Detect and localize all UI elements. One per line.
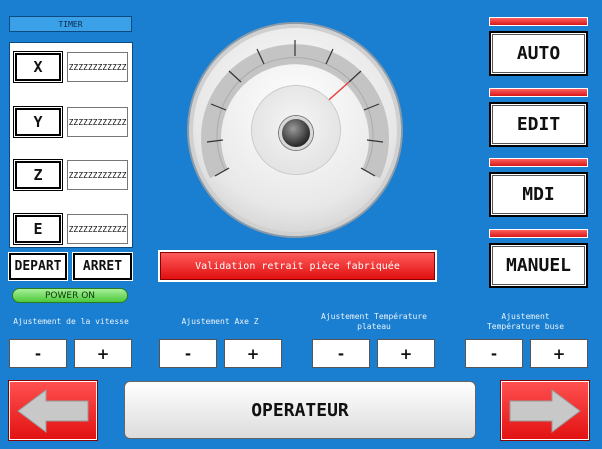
- auto-button[interactable]: AUTO: [489, 31, 588, 76]
- edit-status-flag: [489, 88, 588, 97]
- bed-temp-adjust-label: Ajustement Température plateau: [321, 312, 427, 331]
- axis-e-button[interactable]: E: [13, 213, 63, 245]
- timer-label: TIMER: [58, 19, 83, 29]
- nozzle-temp-adjust-label: Ajustement Température buse: [486, 312, 565, 331]
- axis-e-value: ZZZZZZZZZZZZ: [67, 214, 128, 244]
- depart-button[interactable]: DEPART: [8, 252, 68, 281]
- axis-z-button[interactable]: Z: [13, 159, 63, 191]
- bed-temp-plus-button[interactable]: +: [377, 339, 435, 368]
- mdi-status-flag: [489, 158, 588, 167]
- axis-panel: X ZZZZZZZZZZZZ Y ZZZZZZZZZZZZ Z ZZZZZZZZ…: [9, 42, 133, 248]
- operateur-button[interactable]: OPERATEUR: [124, 381, 476, 439]
- auto-status-flag: [489, 17, 588, 26]
- previous-page-button[interactable]: [9, 381, 97, 440]
- power-on-indicator: POWER ON: [12, 288, 128, 303]
- timer-bar: TIMER: [9, 16, 132, 32]
- arrow-left-icon: [17, 388, 89, 433]
- validation-button[interactable]: Validation retrait pièce fabriquée: [160, 252, 435, 280]
- speed-adjust-label: Ajustement de la vitesse: [13, 317, 129, 326]
- gauge-hub: [279, 116, 313, 150]
- z-axis-plus-button[interactable]: +: [224, 339, 282, 368]
- nozzle-temp-plus-button[interactable]: +: [530, 339, 588, 368]
- bed-temp-minus-button[interactable]: -: [312, 339, 370, 368]
- axis-x-value: ZZZZZZZZZZZZ: [67, 52, 128, 82]
- next-page-button[interactable]: [501, 381, 589, 440]
- axis-z-value: ZZZZZZZZZZZZ: [67, 160, 128, 190]
- z-axis-adjust-label: Ajustement Axe Z: [181, 317, 259, 326]
- nozzle-temp-minus-button[interactable]: -: [465, 339, 523, 368]
- manuel-status-flag: [489, 229, 588, 238]
- arrow-right-icon: [509, 388, 581, 433]
- axis-y-button[interactable]: Y: [13, 106, 63, 138]
- speed-plus-button[interactable]: +: [74, 339, 132, 368]
- speed-minus-button[interactable]: -: [9, 339, 67, 368]
- manuel-button[interactable]: MANUEL: [489, 243, 588, 288]
- arret-button[interactable]: ARRET: [72, 252, 133, 281]
- axis-x-button[interactable]: X: [13, 51, 63, 83]
- mdi-button[interactable]: MDI: [489, 172, 588, 217]
- z-axis-minus-button[interactable]: -: [159, 339, 217, 368]
- edit-button[interactable]: EDIT: [489, 102, 588, 147]
- axis-y-value: ZZZZZZZZZZZZ: [67, 107, 128, 137]
